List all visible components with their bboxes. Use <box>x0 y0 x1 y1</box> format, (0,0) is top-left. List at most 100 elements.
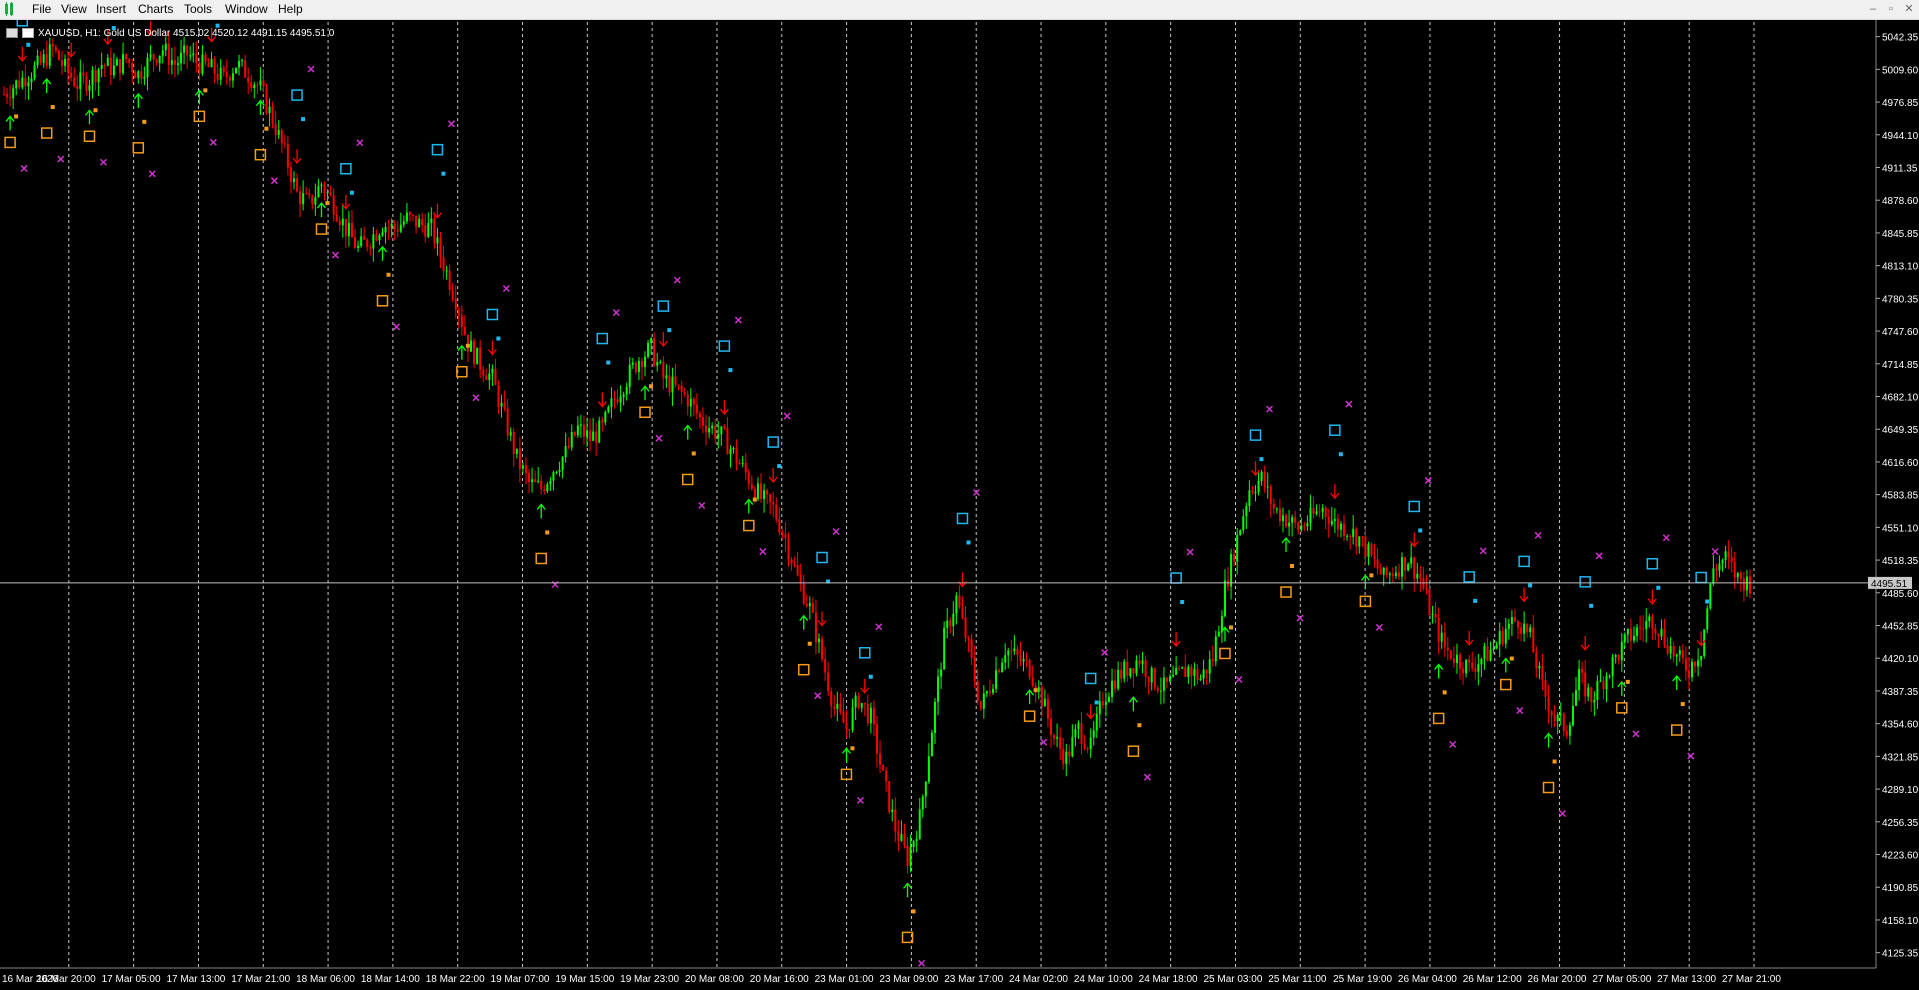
y-tick-label: 5009.60 <box>1882 65 1919 76</box>
cross-marker <box>99 158 107 166</box>
bull-candle <box>756 483 759 499</box>
bull-candle <box>292 178 295 183</box>
bear-candle <box>674 376 677 385</box>
bull-candle <box>317 186 320 198</box>
bull-candle <box>1575 690 1578 706</box>
bear-candle <box>1028 660 1031 678</box>
bull-candle <box>558 469 561 472</box>
sell-arrow-icon <box>1086 704 1096 720</box>
bull-candle <box>622 394 625 397</box>
bull-candle <box>149 54 152 58</box>
bull-candle <box>1172 674 1175 677</box>
bear-candle <box>1059 737 1062 749</box>
chart-menu-icon[interactable] <box>6 28 18 38</box>
bear-candle <box>1397 572 1400 577</box>
x-tick-label: 25 Mar 03:00 <box>1203 974 1262 985</box>
menu-file[interactable]: File <box>26 2 57 17</box>
buy-arrow-icon <box>1281 536 1291 553</box>
bear-candle <box>1657 633 1660 637</box>
menu-charts[interactable]: Charts <box>132 2 179 17</box>
bull-candle <box>607 406 610 412</box>
bull-candle <box>531 479 534 483</box>
cross-marker <box>57 155 65 163</box>
bear-candle <box>769 494 772 503</box>
level-square-marker <box>596 332 609 345</box>
cross-marker <box>1711 547 1719 556</box>
bear-candle <box>879 753 882 765</box>
bull-candle <box>1382 567 1385 575</box>
bear-candle <box>1114 680 1117 689</box>
bear-candle <box>668 375 671 393</box>
bull-candle <box>1407 563 1410 571</box>
bull-candle <box>717 434 720 439</box>
menu-tools[interactable]: Tools <box>178 2 218 17</box>
level-dot-marker <box>26 42 31 47</box>
restore-button[interactable]: ▫ <box>1884 1 1898 17</box>
bull-candle <box>933 701 936 733</box>
cross-marker <box>612 309 620 317</box>
bear-candle <box>738 463 741 465</box>
bull-candle <box>48 44 51 66</box>
bear-candle <box>473 340 476 365</box>
bear-candle <box>680 385 683 392</box>
menu-view[interactable]: View <box>55 2 93 17</box>
level-square-marker <box>1616 702 1628 714</box>
menu-help[interactable]: Help <box>272 2 309 17</box>
sell-arrow-icon <box>1580 635 1590 651</box>
menu-window[interactable]: Window <box>219 2 274 17</box>
bull-candle <box>1611 657 1614 676</box>
menu-insert[interactable]: Insert <box>90 2 132 17</box>
bear-candle <box>616 399 619 403</box>
bull-candle <box>1107 696 1110 702</box>
buy-arrow-icon <box>536 503 546 519</box>
level-dot-marker <box>1509 656 1514 661</box>
cross-marker <box>472 394 480 402</box>
close-button[interactable]: ✕ <box>1902 1 1916 17</box>
bull-candle <box>1291 517 1294 523</box>
bear-candle <box>1437 617 1440 642</box>
bear-candle <box>695 404 698 414</box>
level-dot-marker <box>1473 598 1478 603</box>
bear-candle <box>790 559 793 564</box>
bear-candle <box>280 130 283 144</box>
bull-candle <box>546 484 549 492</box>
bull-candle <box>946 620 949 628</box>
bear-candle <box>131 62 134 73</box>
level-dot-marker <box>1137 723 1142 728</box>
bull-candle <box>891 809 894 812</box>
bear-candle <box>1602 680 1605 690</box>
bear-candle <box>802 583 805 604</box>
bear-candle <box>1501 631 1504 644</box>
level-square-marker <box>1695 571 1707 584</box>
bull-candle <box>1578 668 1581 691</box>
price-chart[interactable]: 5042.35 5009.60 4976.85 4944.10 4911.35 4878.… <box>0 20 1919 988</box>
bear-candle <box>250 82 253 89</box>
level-square-marker <box>859 647 871 659</box>
bear-candle <box>118 59 121 74</box>
bear-candle <box>830 691 833 707</box>
bear-candle <box>814 612 817 643</box>
bear-candle <box>1526 623 1529 632</box>
bull-candle <box>1401 557 1404 577</box>
bear-candle <box>753 488 756 499</box>
bear-candle <box>601 420 604 423</box>
bear-candle <box>494 368 497 385</box>
bear-candle <box>335 214 338 221</box>
bull-candle <box>982 693 985 709</box>
bull-candle <box>1275 508 1278 510</box>
minimize-button[interactable]: – <box>1866 1 1880 17</box>
buy-arrow-icon <box>316 202 326 218</box>
chart-type-icon[interactable] <box>22 28 34 38</box>
bull-candle <box>1098 701 1101 714</box>
bull-candle <box>1092 730 1095 738</box>
bear-candle <box>1428 588 1431 616</box>
bull-candle <box>1339 523 1342 530</box>
cross-marker <box>148 170 156 178</box>
level-square-marker <box>797 663 810 676</box>
cross-marker <box>1595 552 1603 560</box>
chart-window[interactable]: 5042.35 5009.60 4976.85 4944.10 4911.35 4878.… <box>0 20 1919 988</box>
bear-candle <box>750 484 753 489</box>
buy-arrow-icon <box>5 115 15 131</box>
bull-candle <box>189 55 192 57</box>
bear-candle <box>805 603 808 607</box>
